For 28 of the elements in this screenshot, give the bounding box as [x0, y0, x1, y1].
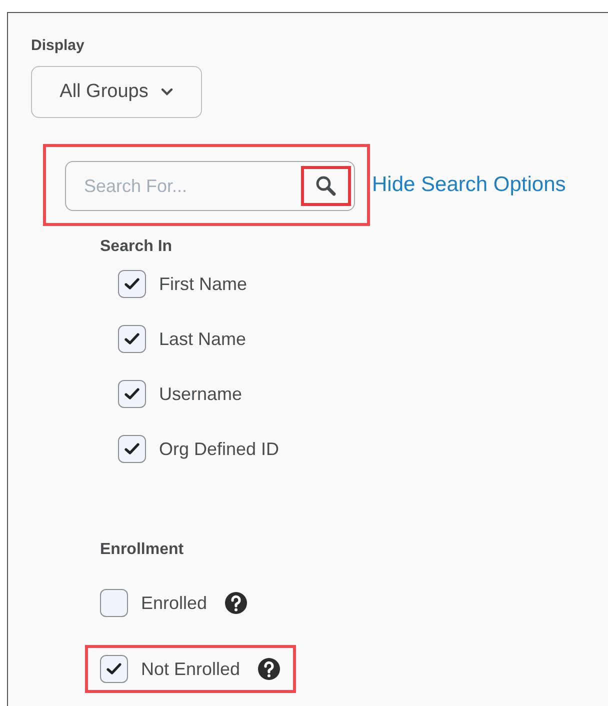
checkbox[interactable]	[118, 380, 146, 408]
checkbox[interactable]	[118, 325, 146, 353]
search-button[interactable]	[301, 166, 351, 206]
checkbox[interactable]	[118, 270, 146, 298]
option-label: Not Enrolled	[141, 658, 240, 680]
checkbox[interactable]	[118, 435, 146, 463]
checkbox[interactable]	[100, 655, 128, 683]
help-icon[interactable]	[257, 657, 282, 681]
enrollment-heading: Enrollment	[100, 541, 185, 559]
checkbox[interactable]	[100, 589, 128, 617]
groups-dropdown[interactable]: All Groups	[31, 66, 202, 118]
search-field[interactable]: Search For...	[65, 161, 355, 211]
check-icon	[124, 332, 140, 346]
display-label: Display	[31, 37, 86, 54]
hide-search-options-link[interactable]: Hide Search Options	[372, 173, 566, 197]
option-label: Username	[159, 384, 242, 404]
option-label: First Name	[159, 274, 248, 294]
check-icon	[124, 442, 140, 456]
help-icon[interactable]	[224, 591, 248, 615]
option-label: Last Name	[159, 328, 246, 350]
search-in-heading: Search In	[100, 238, 174, 256]
option-label: Enrolled	[141, 592, 208, 614]
chevron-down-icon	[161, 88, 174, 96]
check-icon	[124, 387, 140, 401]
check-icon	[124, 277, 140, 291]
option-label: Org Defined ID	[159, 438, 280, 460]
check-icon	[106, 662, 122, 676]
search-icon	[315, 175, 337, 197]
